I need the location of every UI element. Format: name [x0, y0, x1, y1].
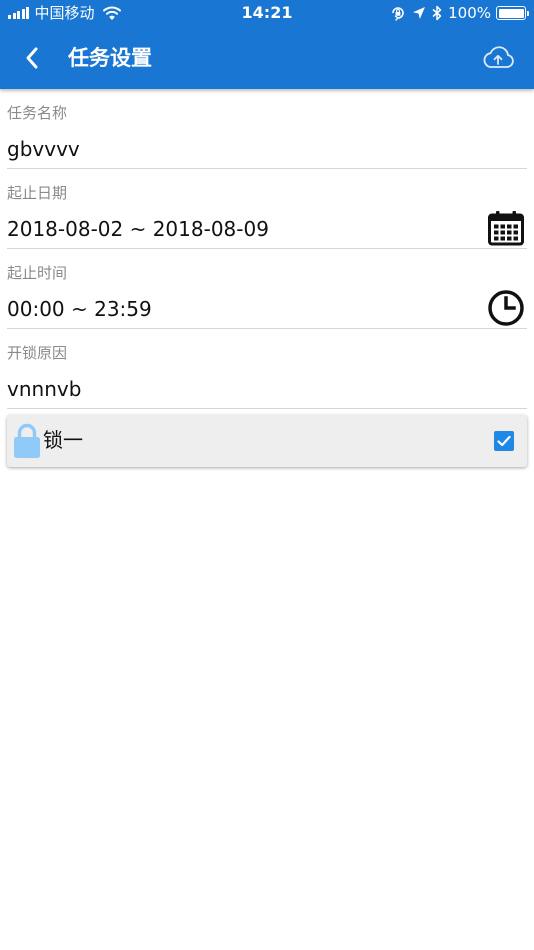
- page-title: 任务设置: [68, 46, 152, 70]
- time-range-value: 00:00 ~ 23:59: [7, 297, 152, 321]
- lock-checkbox[interactable]: [494, 431, 514, 451]
- bluetooth-icon: [432, 5, 442, 21]
- back-button[interactable]: [14, 40, 50, 76]
- reason-input[interactable]: vnnnvb: [7, 376, 477, 402]
- calendar-button[interactable]: [487, 209, 525, 247]
- status-right: 100%: [390, 4, 529, 22]
- battery-icon: [496, 6, 529, 20]
- time-range-field[interactable]: 起止时间 00:00 ~ 23:59: [7, 249, 527, 329]
- time-range-label: 起止时间: [7, 264, 68, 282]
- clock-icon: [488, 290, 524, 326]
- reason-label: 开锁原因: [7, 344, 68, 362]
- task-name-input[interactable]: gbvvvv: [7, 136, 477, 162]
- status-bar: 中国移动 14:21 100%: [0, 0, 534, 27]
- calendar-icon: [488, 211, 524, 246]
- task-name-label: 任务名称: [7, 104, 68, 122]
- location-icon: [413, 7, 426, 19]
- orientation-lock-icon: [392, 7, 404, 21]
- date-range-value: 2018-08-02 ~ 2018-08-09: [7, 217, 269, 241]
- lock-name: 锁一: [43, 428, 83, 452]
- cloud-upload-icon: [483, 46, 514, 68]
- date-range-field[interactable]: 起止日期 2018-08-02 ~ 2018-08-09: [7, 169, 527, 249]
- lock-item[interactable]: 锁一: [7, 415, 527, 467]
- clock-button[interactable]: [487, 289, 525, 327]
- chevron-left-icon: [26, 47, 38, 69]
- date-range-label: 起止日期: [7, 184, 68, 202]
- task-name-field: 任务名称 gbvvvv: [7, 89, 527, 169]
- battery-percent: 100%: [448, 4, 491, 22]
- check-icon: [497, 435, 511, 447]
- lock-icon: [14, 423, 40, 458]
- reason-field: 开锁原因 vnnnvb: [7, 329, 527, 409]
- upload-button[interactable]: [478, 42, 518, 74]
- app-bar: 任务设置: [0, 27, 534, 89]
